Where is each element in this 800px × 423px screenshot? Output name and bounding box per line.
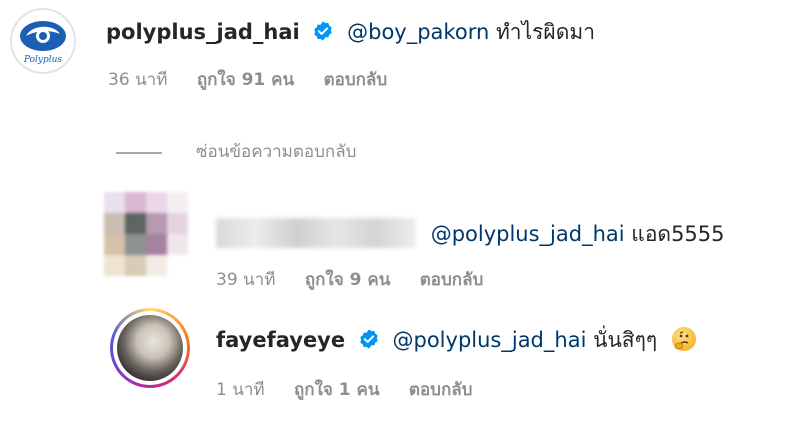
- comment-text: แอด5555: [631, 222, 725, 246]
- svg-text:Polyplus: Polyplus: [23, 55, 63, 65]
- avatar[interactable]: Polyplus: [10, 8, 76, 74]
- comment-line: polyplus_jad_hai @boy_pakorn ทำไรผิดมา: [106, 18, 595, 46]
- username[interactable]: polyplus_jad_hai: [106, 20, 300, 44]
- timestamp[interactable]: 1 นาที: [216, 380, 265, 400]
- polyplus-logo-icon: Polyplus: [20, 21, 66, 65]
- reply-button[interactable]: ตอบกลับ: [420, 270, 484, 290]
- comment-meta: 1 นาที ถูกใจ 1 คน ตอบกลับ: [216, 376, 496, 403]
- comment-text: นั่นสิๆๆ: [593, 328, 658, 352]
- verified-badge-icon: [314, 21, 333, 41]
- comment-meta: 39 นาที ถูกใจ 9 คน ตอบกลับ: [216, 266, 507, 293]
- like-count[interactable]: ถูกใจ 9 คน: [305, 270, 391, 290]
- hide-replies-button[interactable]: ซ่อนข้อความตอบกลับ: [196, 138, 356, 165]
- divider-line: [116, 152, 162, 154]
- thinking-face-icon: [671, 327, 696, 351]
- timestamp[interactable]: 36 นาที: [108, 70, 167, 90]
- comment-meta: 36 นาที ถูกใจ 91 คน ตอบกลับ: [108, 66, 411, 93]
- like-count[interactable]: ถูกใจ 1 คน: [294, 380, 380, 400]
- comment-text: ทำไรผิดมา: [495, 20, 596, 44]
- avatar: [117, 315, 183, 381]
- comment-line: fayefayeye @polyplus_jad_hai นั่นสิๆๆ: [216, 326, 696, 354]
- username-blurred[interactable]: [216, 218, 416, 248]
- mention-link[interactable]: @polyplus_jad_hai: [393, 328, 587, 352]
- comment-line: @polyplus_jad_hai แอด5555: [216, 218, 725, 248]
- avatar[interactable]: [104, 192, 188, 276]
- mention-link[interactable]: @boy_pakorn: [347, 20, 489, 44]
- avatar-story-ring[interactable]: [110, 308, 190, 388]
- like-count[interactable]: ถูกใจ 91 คน: [197, 70, 294, 90]
- verified-badge-icon: [360, 329, 378, 349]
- reply-button[interactable]: ตอบกลับ: [324, 70, 388, 90]
- reply-button[interactable]: ตอบกลับ: [409, 380, 473, 400]
- timestamp[interactable]: 39 นาที: [216, 270, 275, 290]
- mention-link[interactable]: @polyplus_jad_hai: [431, 222, 625, 246]
- username[interactable]: fayefayeye: [216, 328, 345, 352]
